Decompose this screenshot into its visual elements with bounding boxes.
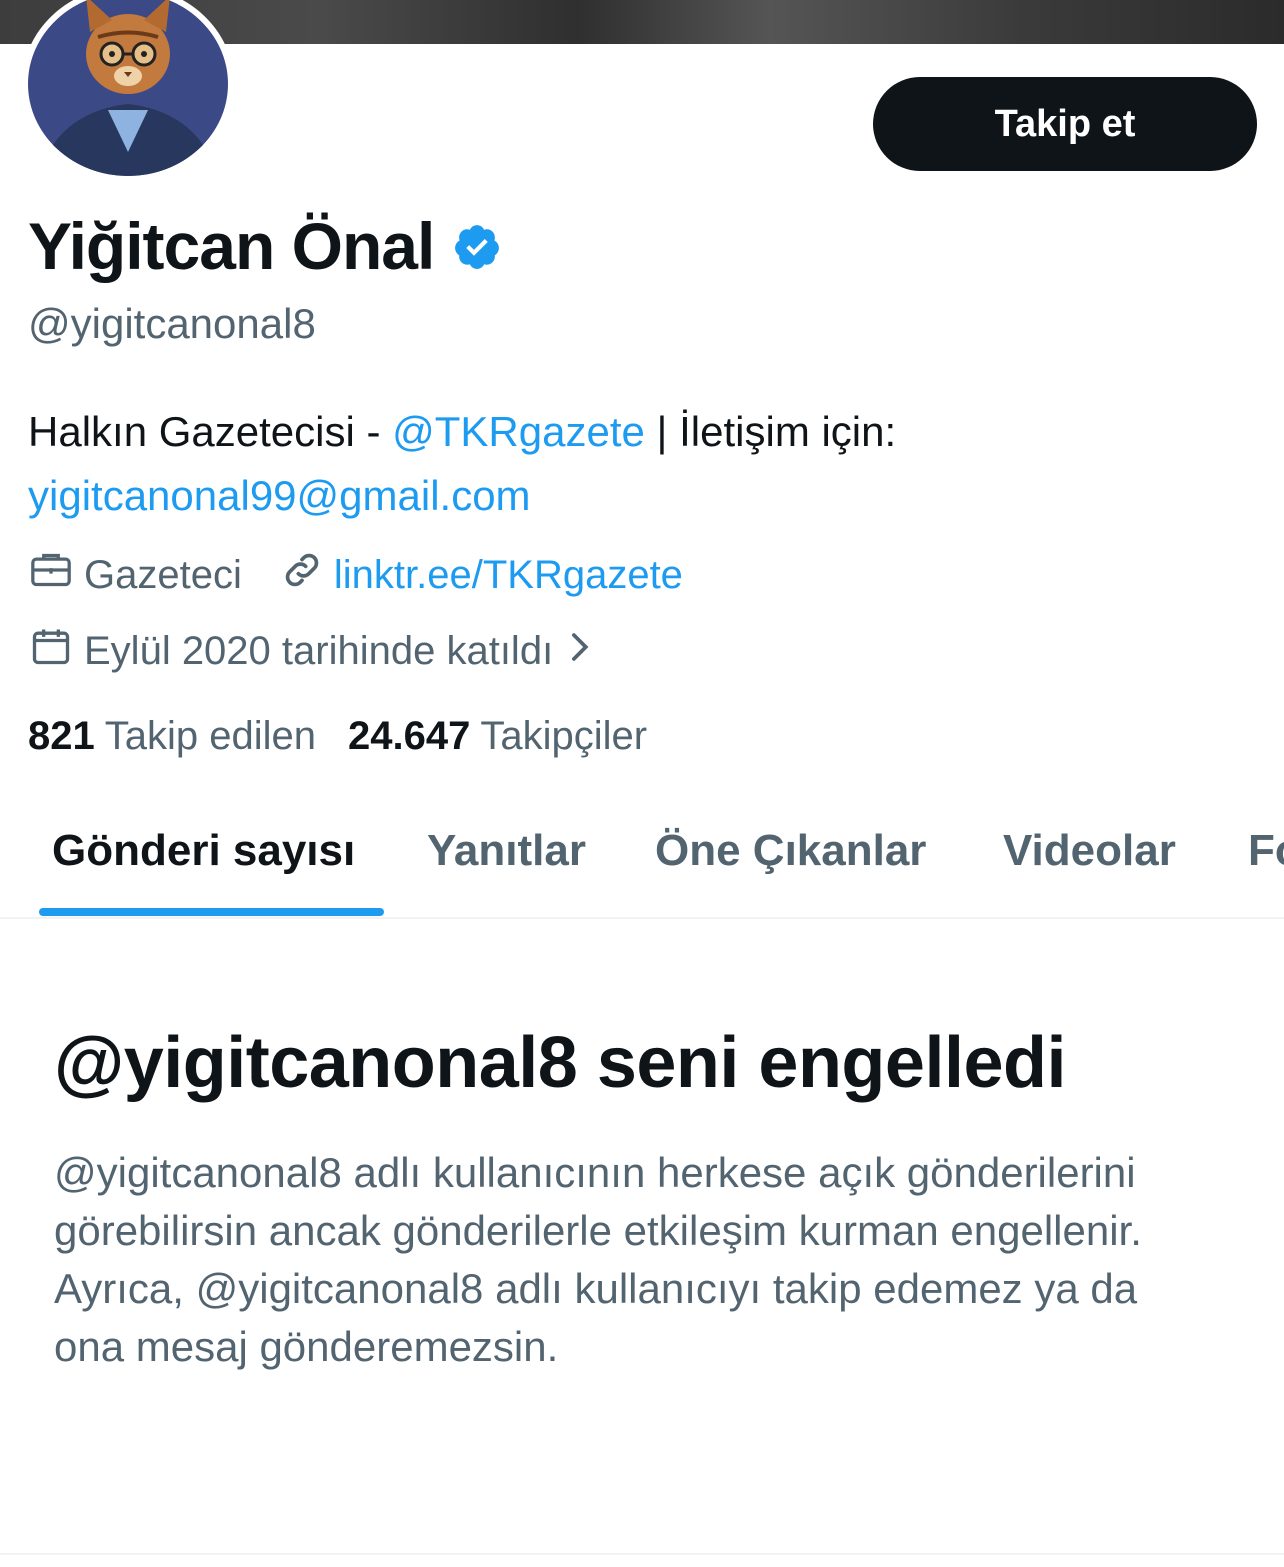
profile-meta-row: Gazeteci linktr.ee/TKRgazete [28, 548, 721, 602]
bio-mention-link[interactable]: @TKRgazete [392, 408, 645, 455]
website[interactable]: linktr.ee/TKRgazete [280, 548, 683, 602]
avatar[interactable] [22, 0, 234, 182]
tab-videos[interactable]: Videolar [1003, 826, 1176, 876]
profile-bio: Halkın Gazetecisi - @TKRgazete | İletişi… [28, 400, 1258, 528]
calendar-icon [28, 624, 84, 678]
bio-email-link[interactable]: yigitcanonal99@gmail.com [28, 472, 531, 519]
profile-tabs: Gönderi sayısı Yanıtlar Öne Çıkanlar Vid… [0, 790, 1284, 919]
profile-name-row: Yiğitcan Önal [28, 208, 502, 284]
profile-stats: 821 Takip edilen 24.647 Takipçiler [28, 714, 679, 759]
tab-replies[interactable]: Yanıtlar [427, 826, 586, 876]
tab-posts[interactable]: Gönderi sayısı [52, 826, 355, 876]
bio-text: | İletişim için: [644, 408, 897, 455]
joined-date[interactable]: Eylül 2020 tarihinde katıldı [28, 624, 601, 678]
following-count: 821 [28, 714, 95, 758]
followers-label: Takipçiler [480, 714, 648, 758]
profile-name: Yiğitcan Önal [28, 209, 435, 283]
website-link[interactable]: linktr.ee/TKRgazete [334, 553, 683, 598]
joined-row[interactable]: Eylül 2020 tarihinde katıldı [28, 624, 639, 678]
divider [0, 1553, 1284, 1555]
briefcase-icon [28, 550, 84, 600]
profession-label: Gazeteci [84, 552, 242, 597]
tab-truncated[interactable]: Fo [1248, 826, 1284, 876]
blocked-description: @yigitcanonal8 adlı kullanıcının herkese… [54, 1149, 1142, 1370]
chevron-right-icon [567, 629, 601, 674]
profession: Gazeteci [28, 550, 242, 600]
blocked-title: @yigitcanonal8 seni engelledi [54, 1023, 1067, 1103]
joined-label: Eylül 2020 tarihinde katıldı [84, 628, 554, 673]
profile-handle: @yigitcanonal8 [28, 300, 316, 347]
following-stat[interactable]: 821 Takip edilen [28, 714, 316, 759]
following-label: Takip edilen [104, 714, 316, 758]
tab-highlights[interactable]: Öne Çıkanlar [655, 826, 926, 876]
followers-stat[interactable]: 24.647 Takipçiler [348, 714, 647, 759]
active-tab-indicator [39, 908, 384, 916]
bio-text: Halkın Gazetecisi - [28, 408, 393, 455]
followers-count: 24.647 [348, 714, 471, 758]
follow-button[interactable]: Takip et [873, 77, 1257, 171]
verified-badge-icon [452, 222, 502, 277]
link-icon [280, 548, 334, 602]
